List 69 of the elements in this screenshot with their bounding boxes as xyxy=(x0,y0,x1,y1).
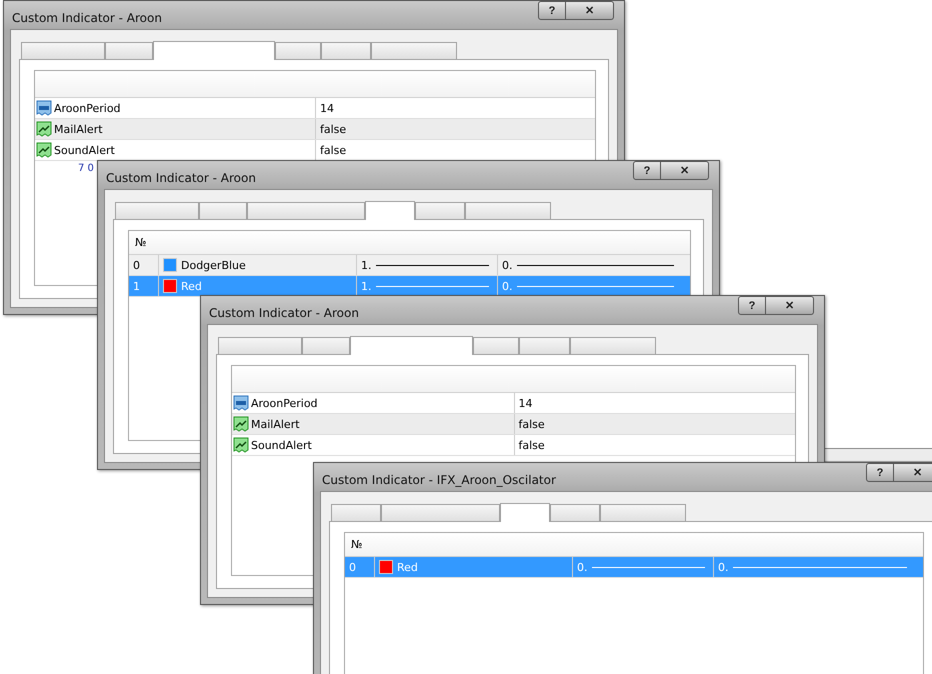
parameter-value: false xyxy=(320,144,346,156)
tab[interactable] xyxy=(275,42,321,59)
close-button[interactable]: ✕ xyxy=(766,296,814,315)
window-title: Custom Indicator - Aroon xyxy=(105,170,256,185)
tab[interactable] xyxy=(570,337,656,354)
help-button[interactable]: ? xyxy=(738,296,766,315)
parameter-value: 14 xyxy=(320,102,334,114)
tab[interactable] xyxy=(105,42,153,59)
tab[interactable] xyxy=(331,504,381,521)
row-number: 1 xyxy=(133,280,140,292)
line-style: 0. xyxy=(502,258,512,272)
close-button[interactable]: ✕ xyxy=(894,463,932,482)
color-name: Red xyxy=(397,560,418,574)
window-title: Custom Indicator - IFX_Aroon_Oscilator xyxy=(321,472,556,487)
tab[interactable] xyxy=(115,202,199,219)
row-number: 0 xyxy=(133,258,140,272)
tab[interactable] xyxy=(321,42,371,59)
tab[interactable] xyxy=(365,201,415,220)
chart-icon xyxy=(36,121,52,137)
window-title: Custom Indicator - Aroon xyxy=(11,10,162,25)
tab[interactable] xyxy=(247,202,365,219)
tab[interactable] xyxy=(350,336,473,355)
parameter-name: AroonPeriod xyxy=(251,396,318,410)
parameter-value: 14 xyxy=(518,396,532,410)
color-name: DodgerBlue xyxy=(181,258,246,272)
tab[interactable] xyxy=(153,41,275,60)
help-button[interactable]: ? xyxy=(866,463,894,482)
chart-icon xyxy=(233,437,249,453)
line-width: 1. xyxy=(361,258,372,272)
column-header: № xyxy=(134,236,146,249)
chart-icon xyxy=(233,416,249,432)
close-button[interactable]: ✕ xyxy=(661,161,709,180)
tab[interactable] xyxy=(473,337,519,354)
parameter-value: false xyxy=(320,122,346,136)
tab[interactable] xyxy=(500,503,550,522)
number-icon xyxy=(233,395,249,411)
tab[interactable] xyxy=(199,202,247,219)
tab[interactable] xyxy=(519,337,570,354)
tab[interactable] xyxy=(600,504,686,521)
parameter-value: false xyxy=(518,418,545,430)
chart-icon xyxy=(36,142,52,158)
tab[interactable] xyxy=(21,42,105,59)
help-button[interactable]: ? xyxy=(633,161,661,180)
color-name: Red xyxy=(181,280,202,292)
parameter-name: MailAlert xyxy=(54,122,103,136)
tab[interactable] xyxy=(381,504,500,521)
window-title: Custom Indicator - Aroon xyxy=(208,305,359,320)
parameter-name: AroonPeriod xyxy=(54,102,121,114)
tab[interactable] xyxy=(371,42,457,59)
tab[interactable] xyxy=(302,337,350,354)
column-header: № xyxy=(350,538,362,551)
chart-axis-label: 7 0 xyxy=(78,163,94,174)
color-row[interactable]: 0 DodgerBlue 1. 0. xyxy=(129,255,690,276)
line-width: 1. xyxy=(361,280,372,292)
row-number: 0 xyxy=(349,560,356,574)
help-button[interactable]: ? xyxy=(538,1,566,20)
tab[interactable] xyxy=(550,504,600,521)
number-icon xyxy=(36,100,52,116)
parameter-name: MailAlert xyxy=(251,418,300,430)
tab[interactable] xyxy=(218,337,302,354)
parameter-value: false xyxy=(518,438,545,452)
parameter-name: SoundAlert xyxy=(54,144,115,156)
parameter-name: SoundAlert xyxy=(251,438,312,452)
tab[interactable] xyxy=(415,202,465,219)
line-style: 0. xyxy=(502,280,512,292)
tab[interactable] xyxy=(465,202,551,219)
line-width: 0. xyxy=(577,560,588,574)
close-button[interactable]: ✕ xyxy=(566,1,614,20)
line-style: 0. xyxy=(718,560,728,574)
